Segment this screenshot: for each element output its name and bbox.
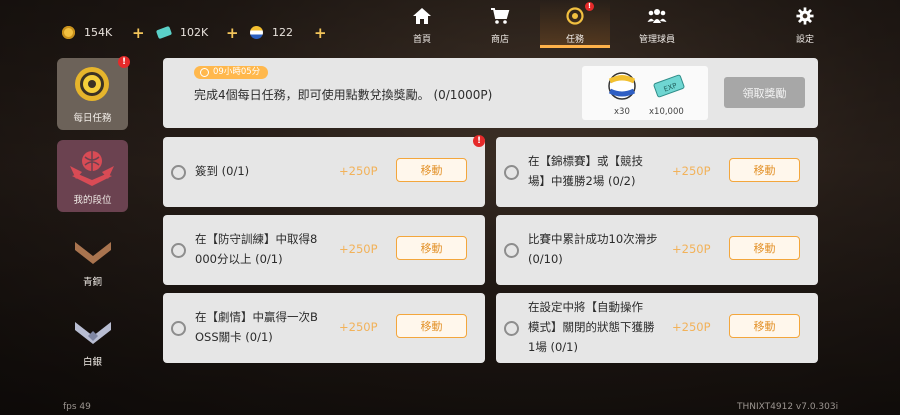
task-points: +250P (672, 242, 711, 256)
task-description: 在【劇情】中贏得一次B OSS關卡 (0/1) (195, 307, 318, 347)
ball-value: 122 (272, 26, 293, 39)
sidebar-item-silver[interactable]: 白銀 (57, 302, 128, 374)
task-status-radio (504, 321, 519, 336)
sidebar-item-bronze[interactable]: 青銅 (57, 222, 128, 294)
task-alert-badge: ! (473, 135, 485, 147)
task-status-radio (171, 165, 186, 180)
task-card: 在【錦標賽】或【競技 場】中獲勝2場 (0/2) +250P 移動 (496, 137, 818, 207)
time-remaining-badge: 09小時05分 (194, 66, 269, 79)
coin-counter[interactable]: 154K (62, 26, 112, 39)
task-points: +250P (672, 164, 711, 178)
add-ticket-button[interactable]: + (226, 24, 239, 42)
task-description: 簽到 (0/1) (195, 161, 249, 181)
ticket-counter[interactable]: 102K (155, 25, 209, 40)
task-description: 比賽中累計成功10次滑步 (0/10) (528, 229, 658, 269)
reward-box: x30 EXP x10,000 (582, 66, 708, 120)
ball-icon (608, 72, 636, 100)
add-coin-button[interactable]: + (132, 24, 145, 42)
coin-icon (62, 26, 75, 39)
ticket-icon (155, 25, 173, 40)
exp-reward-qty: x10,000 (649, 107, 684, 117)
task-line: 場】中獲勝2場 (0/2) (528, 174, 636, 188)
task-line: (0/10) (528, 252, 563, 266)
nav-settings[interactable]: 設定 (770, 0, 840, 48)
task-card: 在【防守訓練】中取得8 000分以上 (0/1) +250P 移動 (163, 215, 485, 285)
add-ball-button[interactable]: + (314, 24, 327, 42)
gear-icon (796, 7, 814, 25)
ball-icon (250, 26, 263, 39)
nav-settings-label: 設定 (795, 35, 814, 45)
nav-home-label: 首頁 (412, 35, 431, 45)
nav-home[interactable]: 首頁 (387, 0, 457, 48)
move-button[interactable]: 移動 (729, 158, 800, 182)
task-points: +250P (339, 164, 378, 178)
task-card: 簽到 (0/1) +250P 移動 ! (163, 135, 485, 207)
task-card: 在【劇情】中贏得一次B OSS關卡 (0/1) +250P 移動 (163, 293, 485, 363)
task-status-radio (504, 243, 519, 258)
move-button[interactable]: 移動 (396, 314, 467, 338)
sidebar-item-daily-mission[interactable]: ! 每日任務 (57, 56, 130, 130)
nav-mission[interactable]: ! 任務 (540, 0, 610, 48)
task-line: OSS關卡 (0/1) (195, 330, 273, 344)
daily-mission-alert-badge: ! (118, 56, 130, 68)
task-points: +250P (339, 242, 378, 256)
task-description: 在【錦標賽】或【競技 場】中獲勝2場 (0/2) (528, 151, 643, 191)
task-description: 在【防守訓練】中取得8 000分以上 (0/1) (195, 229, 317, 269)
move-button[interactable]: 移動 (729, 236, 800, 260)
sidebar-item-label: 每日任務 (73, 113, 112, 124)
task-line: 000分以上 (0/1) (195, 252, 283, 266)
task-card: 在設定中將【自動操作 模式】關閉的狀態下獲勝 1場 (0/1) +250P 移動 (496, 293, 818, 363)
task-line: 在設定中將【自動操作 (528, 300, 643, 314)
task-points: +250P (672, 320, 711, 334)
move-button[interactable]: 移動 (729, 314, 800, 338)
task-line: 在【劇情】中贏得一次B (195, 310, 318, 324)
sidebar-item-label: 青銅 (82, 277, 102, 288)
clock-icon (200, 68, 209, 77)
bronze-rank-icon (75, 242, 111, 264)
rank-emblem-icon (70, 151, 114, 186)
fps-counter: fps 49 (63, 402, 91, 412)
mission-alert-badge: ! (585, 2, 594, 11)
exp-ticket-icon: EXP (653, 74, 685, 98)
task-line: 1場 (0/1) (528, 340, 578, 354)
daily-mission-icon (75, 67, 109, 101)
home-icon (413, 8, 431, 24)
move-button[interactable]: 移動 (396, 236, 467, 260)
silver-rank-icon (75, 322, 111, 344)
move-button[interactable]: 移動 (396, 158, 467, 182)
task-line: 在【防守訓練】中取得8 (195, 232, 318, 246)
nav-mission-label: 任務 (565, 35, 584, 45)
cart-icon (491, 8, 510, 24)
mission-icon (566, 7, 584, 25)
nav-manage-players[interactable]: 管理球員 (622, 0, 692, 48)
ticket-value: 102K (180, 26, 209, 39)
task-points: +250P (339, 320, 378, 334)
task-line: 比賽中累計成功10次滑步 (528, 232, 658, 246)
claim-reward-button[interactable]: 領取獎勵 (724, 77, 805, 108)
task-status-radio (504, 165, 519, 180)
ball-counter[interactable]: 122 (250, 26, 293, 39)
summary-description: 完成4個每日任務，即可使用點數兌換獎勵。 (0/1000P) (194, 88, 493, 102)
sidebar-item-label: 我的段位 (73, 195, 112, 206)
version-label: THNIXT4912 v7.0.303i (737, 402, 839, 412)
nav-shop[interactable]: 商店 (465, 0, 535, 48)
coin-value: 154K (84, 26, 113, 39)
task-line: 模式】關閉的狀態下獲勝 (528, 320, 655, 334)
task-description: 在設定中將【自動操作 模式】關閉的狀態下獲勝 1場 (0/1) (528, 297, 655, 357)
ball-reward-qty: x30 (614, 107, 630, 117)
sidebar-item-label: 白銀 (82, 357, 102, 368)
team-icon (647, 9, 667, 23)
task-card: 比賽中累計成功10次滑步 (0/10) +250P 移動 (496, 215, 818, 285)
nav-manage-players-label: 管理球員 (638, 35, 675, 45)
top-bar: 154K + 102K + 122 + 首頁 商店 ! 任務 管理球員 設定 (0, 0, 900, 48)
nav-shop-label: 商店 (490, 35, 509, 45)
task-status-radio (171, 321, 186, 336)
sidebar-item-my-rank[interactable]: 我的段位 (57, 140, 128, 212)
task-line: 簽到 (0/1) (195, 164, 250, 178)
task-line: 在【錦標賽】或【競技 (528, 154, 643, 168)
time-remaining-text: 09小時05分 (213, 67, 261, 77)
task-status-radio (171, 243, 186, 258)
